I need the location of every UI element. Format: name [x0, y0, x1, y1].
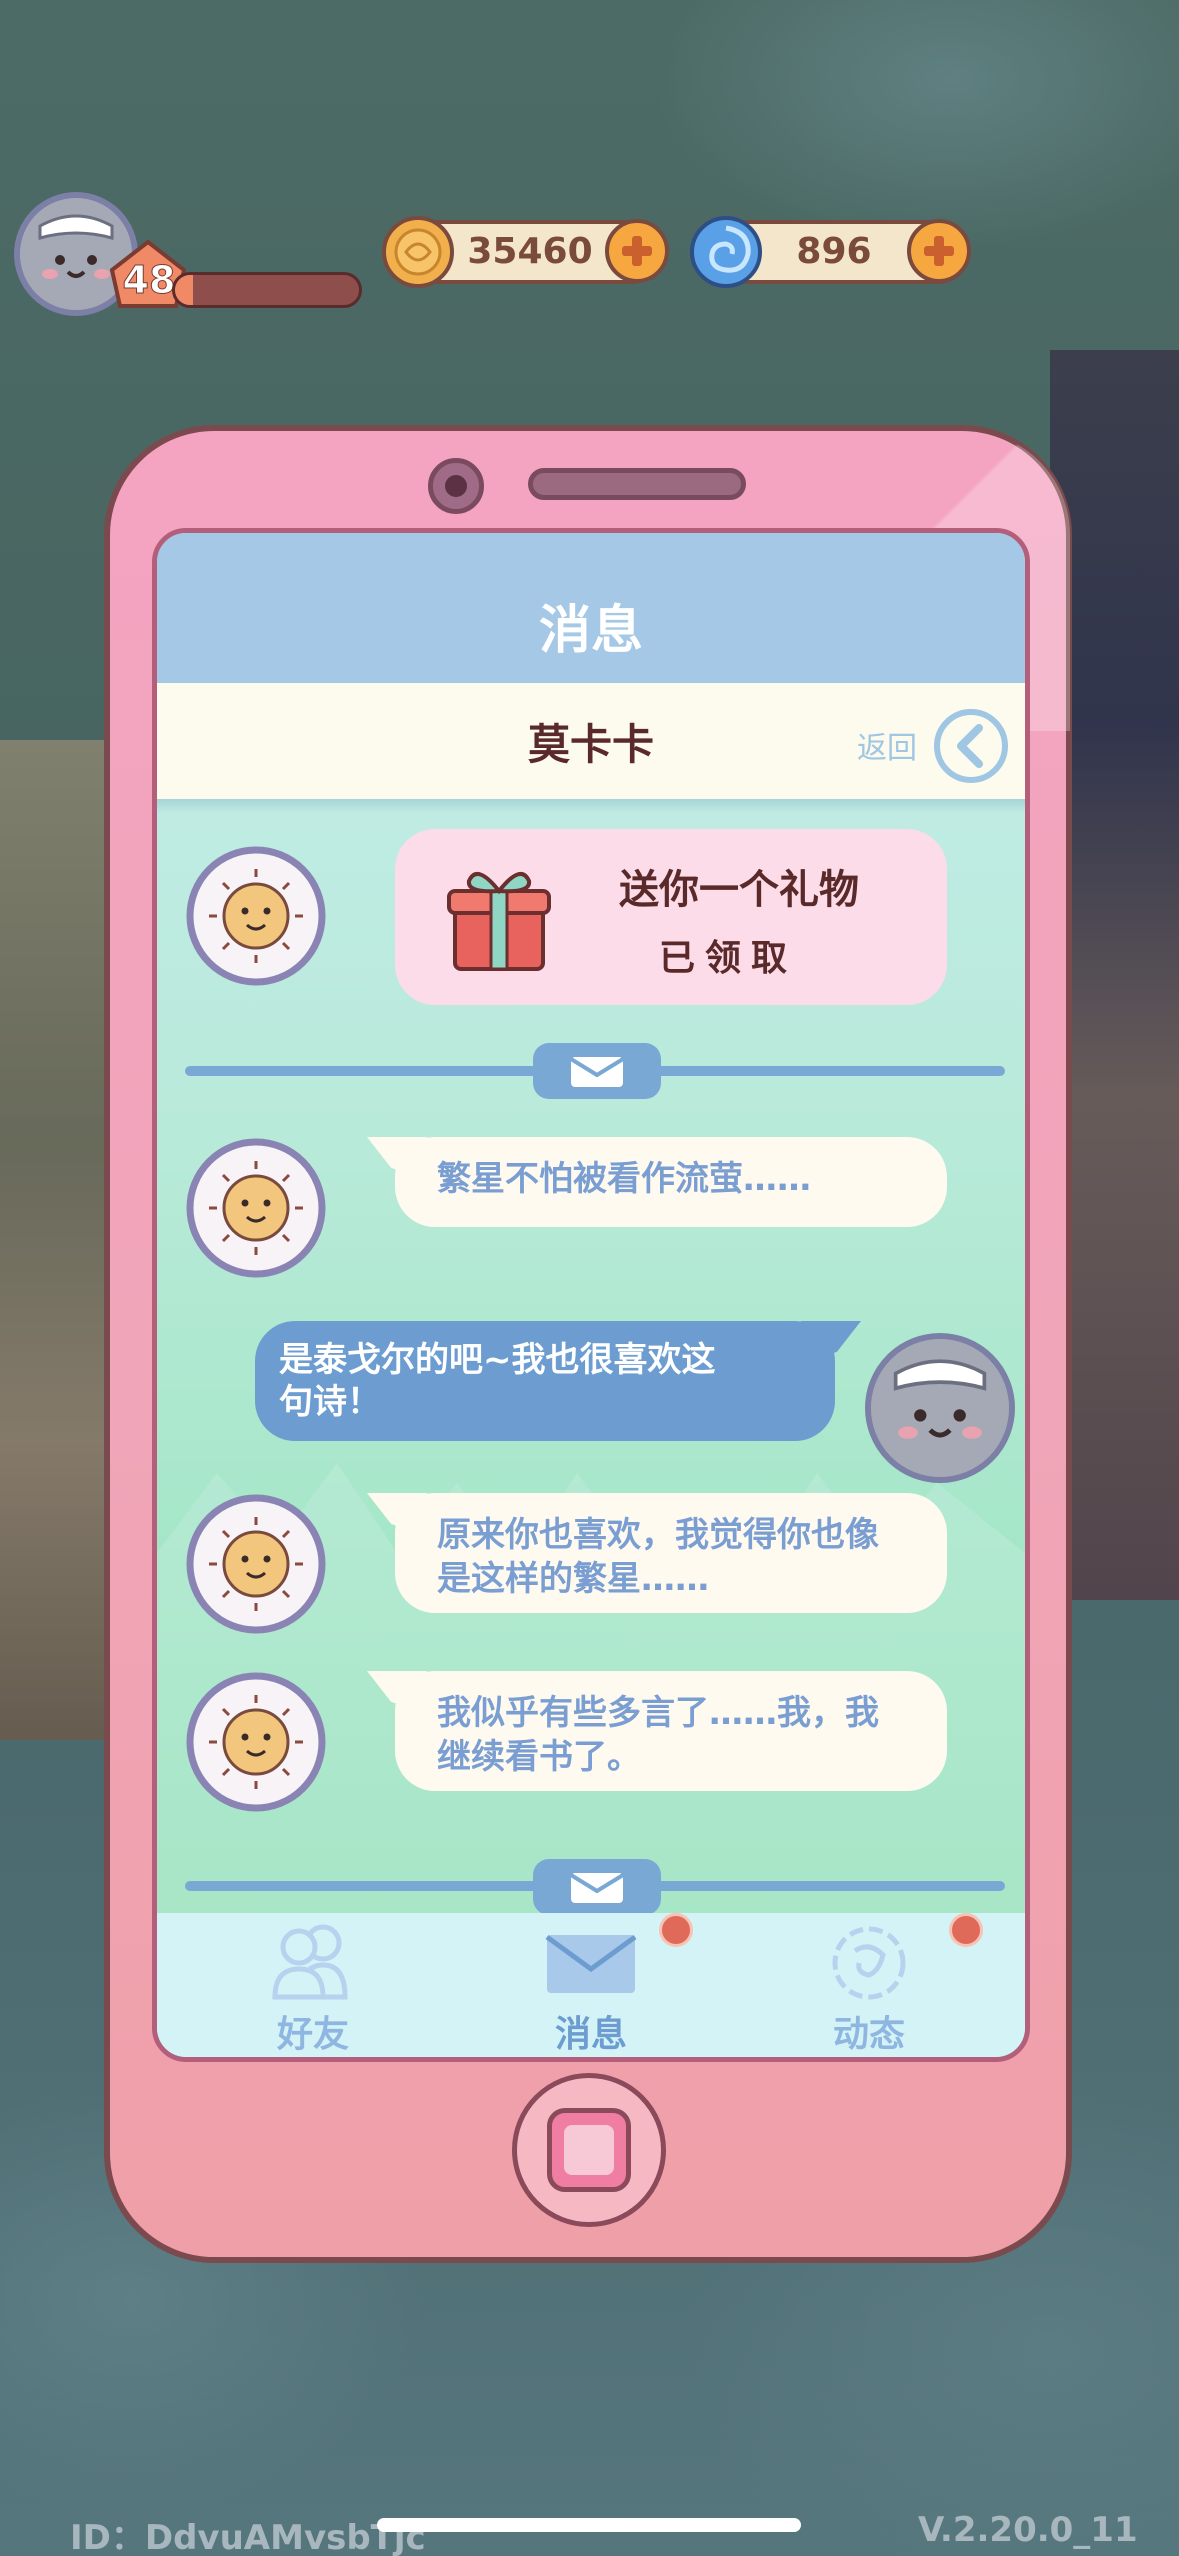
xp-progress-bar [172, 272, 362, 308]
message-line: 原来你也喜欢，我觉得你也像 [437, 1515, 879, 1555]
gift-message-card[interactable]: 送你一个礼物 已领取 [395, 829, 947, 1005]
page-title: 消息 [538, 601, 643, 661]
gift-status: 已领取 [659, 938, 798, 979]
coin-icon [382, 216, 454, 288]
home-button-core [564, 2125, 614, 2175]
back-button[interactable] [933, 708, 1009, 784]
phone-speaker [528, 468, 746, 500]
message-line: 句诗！ [279, 1382, 381, 1422]
phone-camera [428, 458, 484, 514]
npc-message-bubble: 我似乎有些多言了……我，我 继续看书了。 [395, 1671, 947, 1791]
add-gems-button[interactable] [906, 218, 972, 284]
friends-icon [272, 1924, 348, 2000]
divider-envelope [533, 1859, 661, 1915]
coin-amount: 35460 [467, 231, 593, 272]
message-line: 继续看书了。 [437, 1737, 641, 1777]
cat-face-icon [871, 1339, 1009, 1477]
gem-amount: 896 [796, 231, 872, 272]
tab-messages[interactable]: 消息 [481, 1913, 701, 2057]
npc-message-bubble: 原来你也喜欢，我觉得你也像 是这样的繁星…… [395, 1493, 947, 1613]
divider-envelope [533, 1043, 661, 1099]
xp-progress-fill [175, 275, 194, 305]
system-home-indicator[interactable] [377, 2518, 801, 2532]
envelope-icon [569, 1873, 625, 1903]
player-id: ID：DdvuAMvsbTjc [70, 2518, 426, 2556]
player-avatar[interactable] [865, 1333, 1015, 1483]
message-line: 是这样的繁星…… [437, 1559, 709, 1599]
gift-title: 送你一个礼物 [619, 867, 859, 913]
npc-avatar[interactable] [185, 1137, 327, 1279]
npc-avatar[interactable] [185, 1671, 327, 1813]
version-label: V.2.20.0_11 [918, 2510, 1138, 2550]
message-line: 繁星不怕被看作流萤…… [437, 1159, 811, 1199]
message-line: 是泰戈尔的吧~我也很喜欢这 [279, 1340, 716, 1380]
player-message-bubble: 是泰戈尔的吧~我也很喜欢这 句诗！ [255, 1321, 835, 1441]
tab-label: 动态 [832, 2014, 905, 2055]
gift-box-icon [447, 871, 551, 971]
tab-label: 消息 [554, 2014, 627, 2055]
tab-friends[interactable]: 好友 [203, 1913, 423, 2057]
notification-badge [659, 1913, 693, 1947]
add-coins-button[interactable] [604, 218, 670, 284]
phone-home-button[interactable] [512, 2073, 666, 2227]
tab-label: 好友 [276, 2014, 349, 2055]
notification-badge [949, 1913, 983, 1947]
envelope-icon [569, 1057, 625, 1087]
header-shadow [157, 799, 1025, 813]
message-line: 我似乎有些多言了……我，我 [437, 1693, 879, 1733]
npc-message-bubble: 繁星不怕被看作流萤…… [395, 1137, 947, 1227]
home-button-face [547, 2108, 631, 2192]
npc-avatar[interactable] [185, 845, 327, 987]
gem-swirl-icon [690, 216, 762, 288]
back-label[interactable]: 返回 [857, 723, 917, 767]
moments-icon [832, 1926, 906, 2000]
phone-screen: 消息 莫卡卡 返回 送你一个礼物 已领取 繁星不怕被看作流萤…… 是泰戈尔的吧~… [152, 528, 1030, 2062]
mail-icon [545, 1934, 637, 1993]
tab-moments[interactable]: 动态 [759, 1913, 983, 2057]
camera-lens [445, 475, 467, 497]
npc-avatar[interactable] [185, 1493, 327, 1635]
bottom-tab-bar: 好友 消息 动态 [157, 1913, 1025, 2057]
